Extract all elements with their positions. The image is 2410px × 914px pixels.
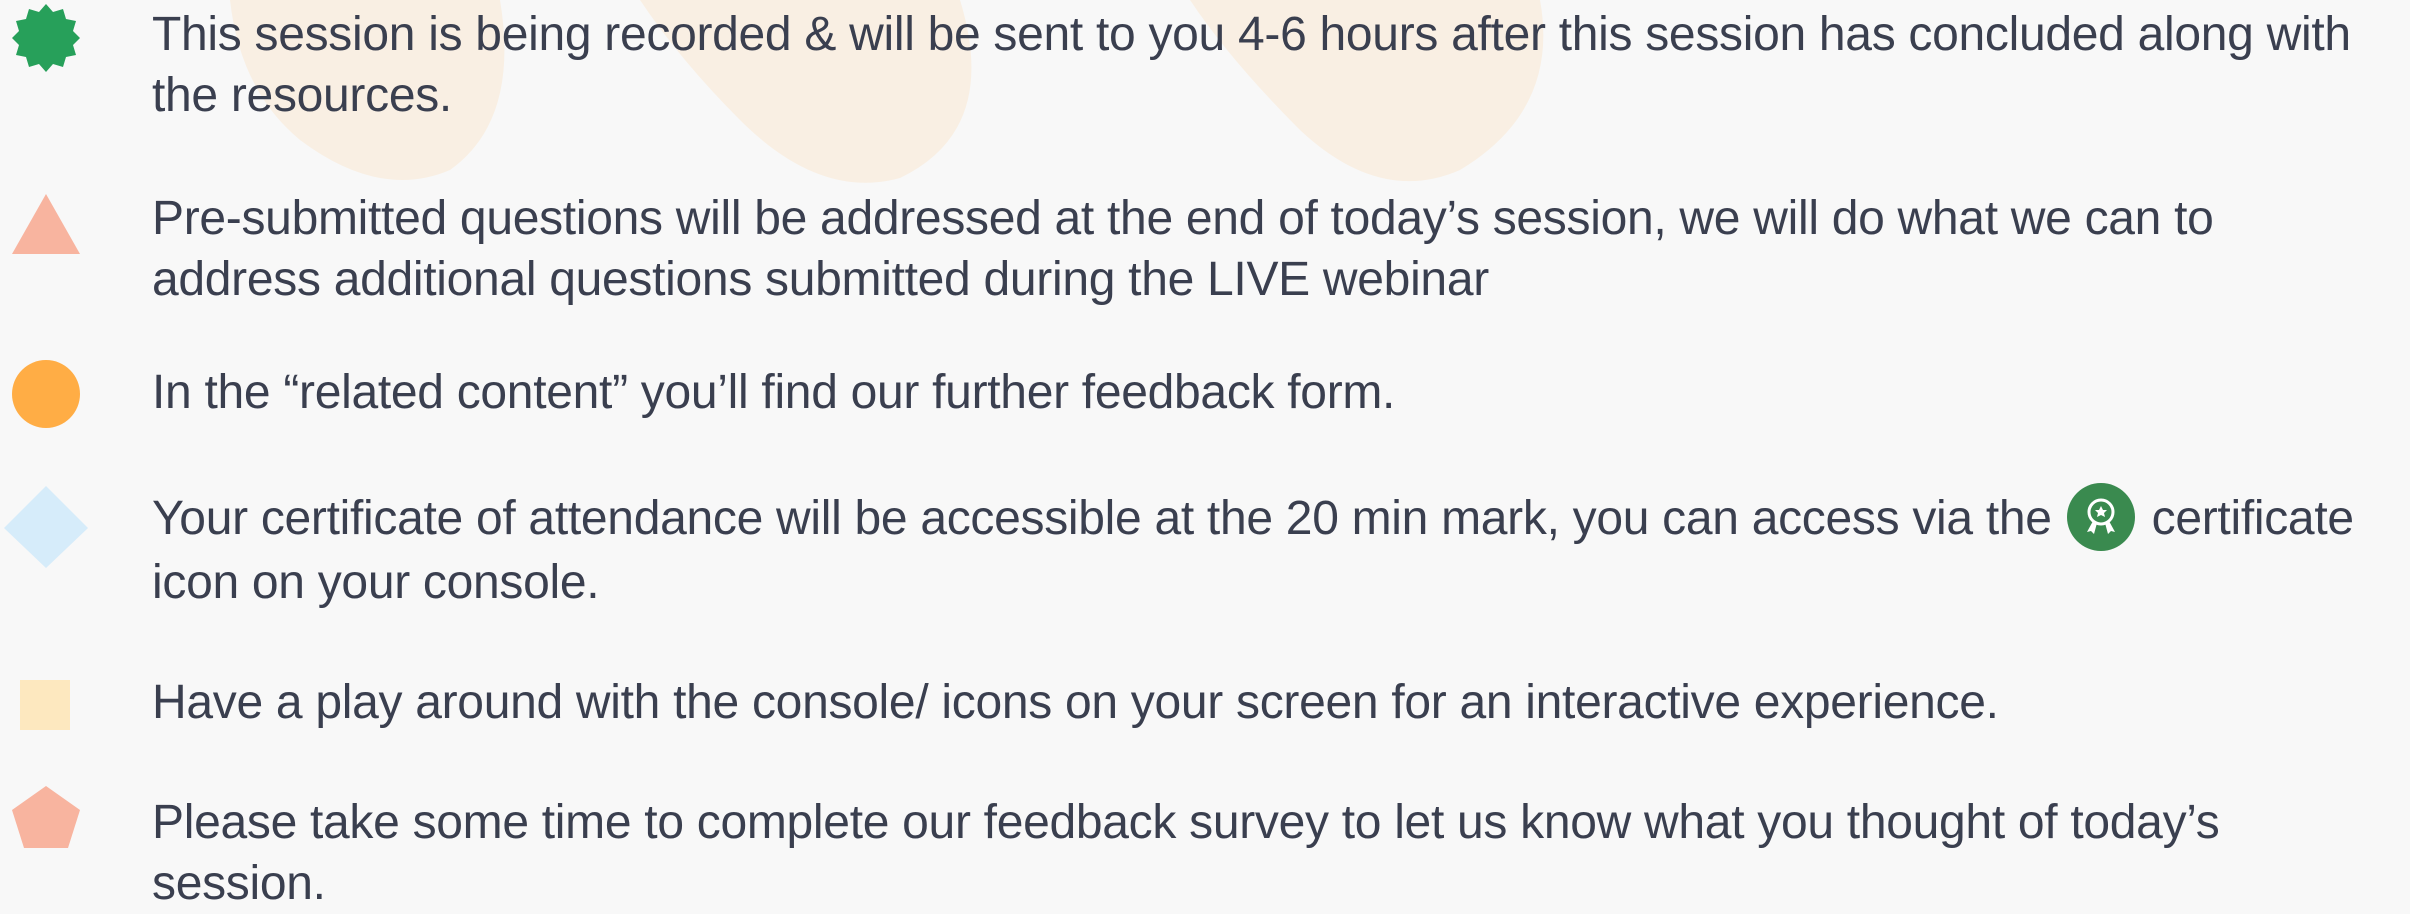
blue-diamond-icon <box>0 482 92 574</box>
certificate-icon <box>2066 482 2136 552</box>
bullet-text-recording: This session is being recorded & will be… <box>152 8 2351 122</box>
orange-circle-icon <box>0 358 92 450</box>
bullet-text-feedback-survey: Please take some time to complete our fe… <box>152 796 2220 910</box>
bullet-text-console: Have a play around with the console/ ico… <box>152 676 1999 729</box>
bullet-text-questions: Pre-submitted questions will be addresse… <box>152 192 2214 306</box>
green-badge-icon <box>0 0 92 92</box>
salmon-triangle-icon <box>0 192 92 284</box>
yellow-square-icon <box>0 676 92 768</box>
bullet-text-related-content: In the “related content” you’ll find our… <box>152 366 1396 419</box>
slide-content: This session is being recorded & will be… <box>0 0 2410 910</box>
certificate-text-before: Your certificate of attendance will be a… <box>152 492 2052 545</box>
salmon-pentagon-icon <box>0 784 92 876</box>
bullet-text-certificate: Your certificate of attendance will be a… <box>152 482 2392 613</box>
